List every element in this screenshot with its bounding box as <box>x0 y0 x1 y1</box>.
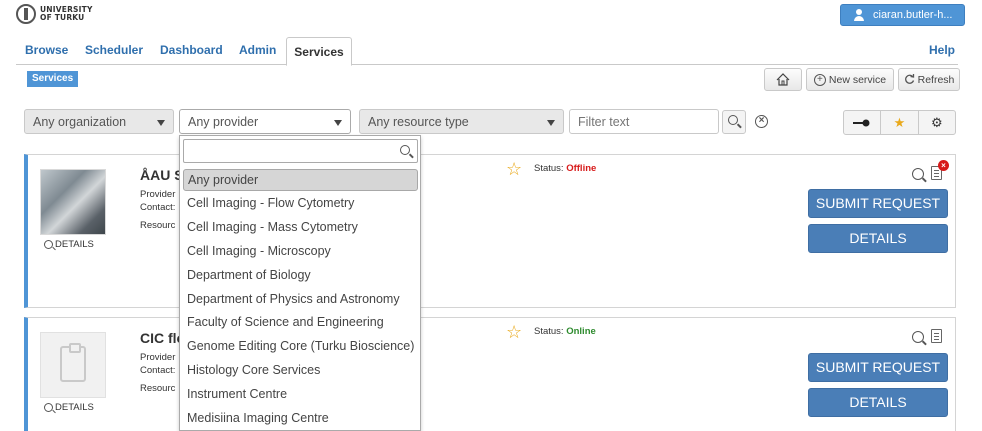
breadcrumb-services[interactable]: Services <box>27 71 79 87</box>
dropdown-option[interactable]: Genome Editing Core (Turku Bioscience) <box>183 336 418 358</box>
provider-label: Provider <box>140 189 176 200</box>
status-value: Online <box>566 326 596 337</box>
thumb-details-label: DETAILS <box>55 239 94 250</box>
user-menu-button[interactable]: ciaran.butler-h... <box>840 4 965 26</box>
submit-request-button[interactable]: SUBMIT REQUEST <box>808 189 948 218</box>
dropdown-option[interactable]: Cell Imaging - Microscopy <box>183 241 418 263</box>
resource-type-select[interactable]: Any resource type <box>359 109 564 134</box>
dropdown-option[interactable]: Instrument Centre <box>183 384 418 406</box>
star-icon: ★ <box>893 114 906 130</box>
search-icon[interactable] <box>912 331 924 343</box>
refresh-label: Refresh <box>917 73 955 86</box>
search-icon[interactable] <box>912 168 924 180</box>
thumb-details-link[interactable]: DETAILS <box>44 402 94 413</box>
key-icon <box>853 119 870 126</box>
submit-request-button[interactable]: SUBMIT REQUEST <box>808 353 948 382</box>
view-key-button[interactable] <box>844 111 882 134</box>
university-crest-icon <box>16 4 36 24</box>
dropdown-option[interactable]: Medisiina Imaging Centre <box>183 408 418 430</box>
search-icon <box>400 145 410 155</box>
service-title[interactable]: ÅAU S <box>140 167 184 183</box>
provider-select-value: Any provider <box>188 115 259 129</box>
dropdown-option[interactable]: Department of Physics and Astronomy <box>183 289 418 311</box>
gear-icon: ⚙ <box>930 114 943 130</box>
thumb-details-label: DETAILS <box>55 402 94 413</box>
help-link[interactable]: Help <box>929 43 955 57</box>
edit-document-icon[interactable] <box>931 329 942 343</box>
magnifier-icon <box>44 240 53 249</box>
status-text: Status: Offline <box>534 163 596 174</box>
dropdown-option[interactable]: Department of Biology <box>183 265 418 287</box>
chevron-down-icon <box>157 120 165 126</box>
resource-label: Resourc <box>140 220 176 231</box>
service-photo-placeholder[interactable] <box>40 332 106 398</box>
filter-text-input[interactable] <box>569 109 719 134</box>
tab-services[interactable]: Services <box>286 37 352 66</box>
home-icon <box>776 73 790 86</box>
dropdown-option[interactable]: Faculty of Science and Engineering <box>183 312 418 334</box>
organization-select-value: Any organization <box>33 115 127 129</box>
favorite-star-icon[interactable]: ☆ <box>506 160 522 178</box>
tab-scheduler[interactable]: Scheduler <box>85 43 143 57</box>
favorite-star-icon[interactable]: ☆ <box>506 323 522 341</box>
new-service-label: New service <box>828 73 887 86</box>
dropdown-search-input[interactable] <box>183 139 418 163</box>
dropdown-option[interactable]: Cell Imaging - Mass Cytometry <box>183 217 418 239</box>
chevron-down-icon <box>547 120 555 126</box>
user-icon <box>853 9 865 21</box>
resource-label: Resourc <box>140 383 176 394</box>
refresh-button[interactable]: Refresh <box>898 68 960 91</box>
clear-icon: × <box>755 115 768 128</box>
tab-browse[interactable]: Browse <box>25 43 68 57</box>
university-logo[interactable]: UNIVERSITY OF TURKU <box>16 4 93 24</box>
status-label: Status: <box>534 163 564 174</box>
refresh-icon <box>904 74 914 84</box>
home-button[interactable] <box>764 68 802 91</box>
organization-select[interactable]: Any organization <box>24 109 174 134</box>
view-favorites-button[interactable]: ★ <box>881 111 919 134</box>
view-toggle-group: ★ ⚙ <box>843 110 956 135</box>
search-icon <box>728 115 738 125</box>
logo-text: UNIVERSITY OF TURKU <box>40 6 93 22</box>
new-service-button[interactable]: + New service <box>806 68 894 91</box>
logo-line-2: OF TURKU <box>40 13 85 22</box>
thumb-details-link[interactable]: DETAILS <box>44 239 94 250</box>
contact-label: Contact: <box>140 365 176 376</box>
resource-type-select-value: Any resource type <box>368 115 469 129</box>
main-nav: Browse Scheduler Dashboard Admin Service… <box>16 37 958 66</box>
status-value: Offline <box>566 163 597 174</box>
provider-label: Provider <box>140 352 176 363</box>
provider-select[interactable]: Any provider <box>179 109 351 134</box>
error-badge-icon: × <box>938 160 949 171</box>
details-button[interactable]: DETAILS <box>808 224 948 253</box>
tab-dashboard[interactable]: Dashboard <box>160 43 223 57</box>
tab-admin[interactable]: Admin <box>239 43 276 57</box>
dropdown-option[interactable]: Cell Imaging - Flow Cytometry <box>183 193 418 215</box>
clear-filter-button[interactable]: × <box>750 110 774 134</box>
status-text: Status: Online <box>534 326 596 337</box>
service-card: DETAILS ÅAU S Provider Contact: Resourc … <box>24 154 956 308</box>
status-label: Status: <box>534 326 564 337</box>
magnifier-icon <box>44 403 53 412</box>
service-card: DETAILS CIC flo Provider Contact: Resour… <box>24 317 956 431</box>
user-name: ciaran.butler-h... <box>873 9 953 21</box>
dropdown-option[interactable]: Histology Core Services <box>183 360 418 382</box>
dropdown-option[interactable]: Any provider <box>183 169 418 191</box>
chevron-down-icon <box>334 120 342 126</box>
search-button[interactable] <box>722 110 746 134</box>
clipboard-icon <box>60 343 86 382</box>
view-settings-button[interactable]: ⚙ <box>919 111 955 134</box>
service-photo[interactable] <box>40 169 106 235</box>
provider-dropdown: Any provider Cell Imaging - Flow Cytometr… <box>179 135 421 431</box>
details-button[interactable]: DETAILS <box>808 388 948 417</box>
contact-label: Contact: <box>140 202 176 213</box>
plus-circle-icon: + <box>813 73 826 86</box>
